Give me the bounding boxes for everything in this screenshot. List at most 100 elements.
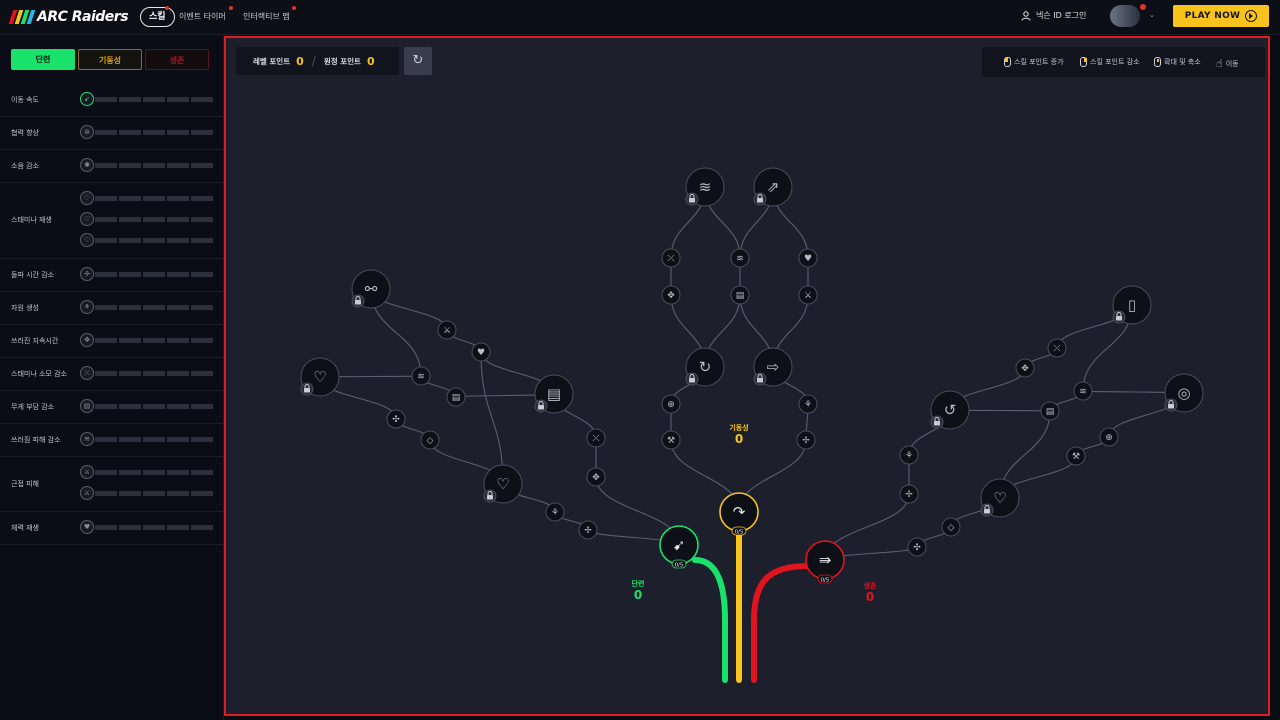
skill-icon[interactable]: ⚔ xyxy=(80,486,94,500)
skill-icon: ⊕ xyxy=(1105,433,1113,443)
skill-node[interactable]: ⤫ xyxy=(586,428,606,448)
skill-node[interactable]: ♥ xyxy=(798,248,818,268)
skill-icon: ↺ xyxy=(944,401,957,419)
skill-node-major[interactable]: ▯ xyxy=(1112,285,1152,325)
sidebar-row: 소음 감소 ✺ xyxy=(0,149,223,183)
skill-progress[interactable]: ✢ xyxy=(80,267,213,283)
skill-icon[interactable]: ♡ xyxy=(80,212,94,226)
skill-node-major[interactable]: ▤ xyxy=(534,374,574,414)
sidebar-row-label: 근접 피해 xyxy=(11,479,39,488)
skill-node[interactable]: ⚔ xyxy=(798,285,818,305)
nav-interactive-map[interactable]: 인터랙티브 맵 xyxy=(243,11,290,22)
skill-node[interactable]: ⊕ xyxy=(1099,427,1119,447)
skill-icon[interactable]: ✺ xyxy=(80,158,94,172)
skill-node-major[interactable]: ♡ xyxy=(980,478,1020,518)
skill-node-major[interactable]: ≋ xyxy=(685,167,725,207)
login-button[interactable]: 넥슨 ID 로그인 xyxy=(1021,10,1086,21)
skill-node[interactable]: ⤫ xyxy=(661,248,681,268)
skill-node-major[interactable]: ◎ xyxy=(1164,373,1204,413)
skill-node[interactable]: ⚒ xyxy=(1066,446,1086,466)
skill-node[interactable]: ✢ xyxy=(578,520,598,540)
skill-node-root[interactable]: ⇛ 0/5 xyxy=(805,540,845,584)
skill-icon[interactable]: ⤫ xyxy=(80,366,94,380)
skill-icon[interactable]: ➹ xyxy=(80,92,94,106)
nav-event-timer[interactable]: 이벤트 타이머 xyxy=(179,11,226,22)
skill-node[interactable]: ◇ xyxy=(420,430,440,450)
skill-icon[interactable]: ♡ xyxy=(80,191,94,205)
skill-node[interactable]: ✣ xyxy=(386,409,406,429)
skill-icon: ⇗ xyxy=(767,178,780,196)
sidebar-row: 자원 생성 ⚘ xyxy=(0,291,223,325)
skill-progress[interactable]: ♥ xyxy=(80,520,213,536)
skill-node-major[interactable]: ↺ xyxy=(930,390,970,430)
skill-node-root[interactable]: ➹ 0/5 xyxy=(659,525,699,569)
skill-node-major[interactable]: ♡ xyxy=(300,357,340,397)
skill-node-root[interactable]: ↷ 0/5 xyxy=(719,492,759,536)
skill-node-major[interactable]: ⇗ xyxy=(753,167,793,207)
skill-node[interactable]: ▤ xyxy=(446,387,466,407)
skill-progress[interactable]: ⚔ xyxy=(80,465,213,481)
skill-icon[interactable]: ♥ xyxy=(80,520,94,534)
skill-icon: ⚯ xyxy=(365,280,378,298)
skill-node[interactable]: ≋ xyxy=(411,366,431,386)
skill-progress[interactable]: ✺ xyxy=(80,158,213,174)
skill-progress[interactable]: ♡ xyxy=(80,233,213,249)
skill-node-major[interactable]: ♡ xyxy=(483,464,523,504)
skill-progress[interactable]: ✥ xyxy=(80,333,213,349)
branch-value-conditioning: 0 xyxy=(633,588,643,602)
skill-node[interactable]: ▤ xyxy=(1040,401,1060,421)
skill-icon[interactable]: ⊛ xyxy=(80,125,94,139)
skill-node[interactable]: ◇ xyxy=(941,517,961,537)
skill-icon[interactable]: ≋ xyxy=(80,432,94,446)
skill-progress[interactable]: ≋ xyxy=(80,432,213,448)
skill-icon: ⤫ xyxy=(1053,344,1060,354)
skill-progress[interactable]: ⚘ xyxy=(80,300,213,316)
skill-node-major[interactable]: ⚯ xyxy=(351,269,391,309)
skill-node[interactable]: ✥ xyxy=(661,285,681,305)
skill-icon[interactable]: ♡ xyxy=(80,233,94,247)
skill-node[interactable]: ⚒ xyxy=(661,430,681,450)
skill-tree-graph[interactable]: ➹ 0/5 ↷ 0/5 ⇛ 0/5 ✢ ⚘ ♡ ✥ ⤫ ▤ ▤ ≋ ⚯ ⚔ ♥ ♡ ✣ ◇ ⚒ ⊕ ✢ ⚘ ↻ ⇨ ✥ ⤫ ▤ ≋ ⚔ ♥ ≋ ⇗… xyxy=(226,38,1268,714)
skill-tree-panel[interactable]: 레벨 포인트 0 / 원정 포인트 0 ↻ 스킬 포인트 증가 스킬 포인트 감… xyxy=(224,36,1270,716)
skill-node-major[interactable]: ⇨ xyxy=(753,347,793,387)
logo[interactable]: ARC Raiders xyxy=(8,8,129,26)
skill-node[interactable]: ✣ xyxy=(907,537,927,557)
skill-node[interactable]: ⚘ xyxy=(899,445,919,465)
skill-node[interactable]: ✢ xyxy=(796,430,816,450)
skill-node[interactable]: ▤ xyxy=(730,285,750,305)
tab-mobility[interactable]: 기동성 xyxy=(78,49,142,70)
skill-node[interactable]: ⚘ xyxy=(545,502,565,522)
tab-conditioning[interactable]: 단련 xyxy=(11,49,75,70)
skill-progress[interactable]: ♡ xyxy=(80,212,213,228)
skill-progress[interactable]: ⤫ xyxy=(80,366,213,382)
avatar[interactable] xyxy=(1110,5,1140,27)
skill-progress[interactable]: ▤ xyxy=(80,399,213,415)
branch-value-mobility: 0 xyxy=(734,432,744,446)
skill-node[interactable]: ≋ xyxy=(730,248,750,268)
skill-progress[interactable]: ♡ xyxy=(80,191,213,207)
chevron-down-icon[interactable]: ⌄ xyxy=(1149,11,1155,19)
skill-node[interactable]: ⚘ xyxy=(798,394,818,414)
skill-node[interactable]: ✥ xyxy=(586,467,606,487)
skill-node[interactable]: ⚔ xyxy=(437,320,457,340)
skill-progress[interactable]: ➹ xyxy=(80,92,213,108)
skill-node[interactable]: ✥ xyxy=(1015,358,1035,378)
nav-skills[interactable]: 스킬 xyxy=(140,7,175,27)
skill-icon[interactable]: ✢ xyxy=(80,267,94,281)
skill-node[interactable]: ⊕ xyxy=(661,394,681,414)
skill-progress[interactable]: ⊛ xyxy=(80,125,213,141)
skill-icon[interactable]: ✥ xyxy=(80,333,94,347)
skill-node-major[interactable]: ↻ xyxy=(685,347,725,387)
skill-node[interactable]: ≋ xyxy=(1073,381,1093,401)
skill-node[interactable]: ⤫ xyxy=(1047,338,1067,358)
skill-icon: ♥ xyxy=(804,254,812,264)
skill-progress[interactable]: ⚔ xyxy=(80,486,213,502)
skill-icon[interactable]: ⚔ xyxy=(80,465,94,479)
skill-node[interactable]: ♥ xyxy=(471,342,491,362)
tab-survival[interactable]: 생존 xyxy=(145,49,209,70)
skill-icon[interactable]: ⚘ xyxy=(80,300,94,314)
skill-node[interactable]: ✢ xyxy=(899,484,919,504)
skill-icon[interactable]: ▤ xyxy=(80,399,94,413)
skill-icon: ♡ xyxy=(496,475,509,493)
play-now-button[interactable]: PLAY NOW xyxy=(1173,5,1269,27)
